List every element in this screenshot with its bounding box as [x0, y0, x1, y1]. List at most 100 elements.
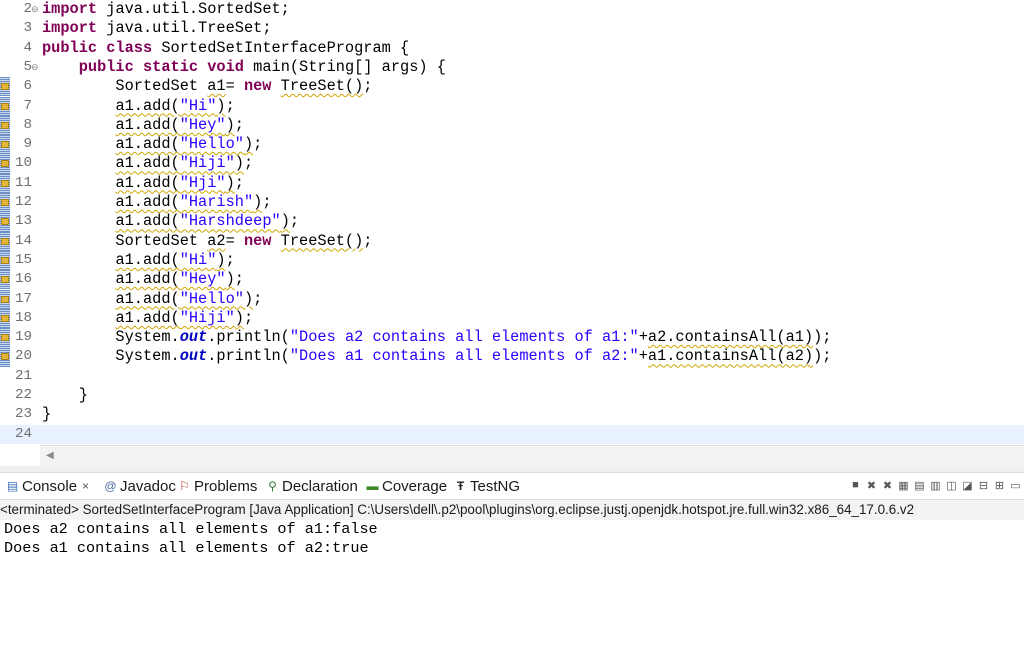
- warning-icon[interactable]: [1, 314, 9, 322]
- warning-icon[interactable]: [1, 199, 9, 206]
- code-line[interactable]: 18 a1.add("Hiji");: [0, 308, 1024, 329]
- code-text: import java.util.SortedSet;: [42, 0, 290, 18]
- tab-coverage-label: Coverage: [382, 477, 448, 495]
- word-wrap-icon[interactable]: ▥: [929, 479, 942, 492]
- collapse-icon[interactable]: ⊖: [31, 0, 39, 19]
- code-line[interactable]: 14 SortedSet a2= new TreeSet();: [0, 231, 1024, 251]
- line-number: 3: [23, 20, 32, 37]
- code-text: a1.add("Hiji");: [115, 308, 254, 327]
- stop-icon[interactable]: ■: [849, 479, 862, 492]
- line-number: 24: [14, 425, 32, 442]
- code-text: SortedSet a2= new TreeSet();: [42, 231, 373, 250]
- warning-icon[interactable]: [1, 353, 9, 361]
- code-editor[interactable]: 2 ⊖ import java.util.SortedSet; 3 import jav…: [0, 0, 1024, 445]
- code-line[interactable]: 21: [0, 367, 1024, 386]
- warning-icon[interactable]: [1, 179, 9, 187]
- ruler-marker: [0, 58, 10, 77]
- line-number: 12: [14, 194, 32, 210]
- code-text: System.out.println("Does a1 contains all…: [42, 347, 832, 366]
- warning-icon[interactable]: [1, 83, 9, 91]
- warning-icon[interactable]: [1, 121, 9, 129]
- scroll-left-icon[interactable]: ◀: [46, 450, 54, 461]
- line-number: 10: [14, 155, 32, 172]
- code-line[interactable]: 24: [0, 424, 1024, 444]
- code-line[interactable]: 10 a1.add("Hiji");: [0, 154, 1024, 174]
- horizontal-scrollbar[interactable]: ◀: [40, 445, 1024, 466]
- close-icon[interactable]: ×: [82, 479, 89, 493]
- scroll-lock-icon[interactable]: ▤: [913, 479, 926, 492]
- code-line[interactable]: 6 SortedSet a1= new TreeSet();: [0, 77, 1024, 97]
- code-text: a1.add("Hello");: [115, 135, 263, 154]
- tab-declaration[interactable]: ⚲ Declaration: [266, 473, 358, 499]
- show-on-stdout-icon[interactable]: ◫: [945, 479, 958, 492]
- code-line[interactable]: 19 System.out.println("Does a2 contains …: [0, 328, 1024, 348]
- problems-icon: ⚐: [179, 479, 190, 493]
- tab-javadoc[interactable]: @ Javadoc: [104, 473, 175, 499]
- clear-console-icon[interactable]: ▦: [897, 479, 910, 492]
- code-text: System.out.println("Does a2 contains all…: [42, 328, 832, 347]
- remove-launch-icon[interactable]: ✖: [865, 479, 878, 492]
- coverage-icon: ▬: [366, 479, 379, 493]
- code-line[interactable]: 4 public class SortedSetInterfaceProgram …: [0, 39, 1024, 58]
- ruler-marker: [0, 386, 10, 405]
- line-number: 14: [14, 232, 32, 249]
- open-console-icon[interactable]: ⊞: [993, 479, 1006, 492]
- javadoc-icon: @: [104, 479, 117, 493]
- code-line[interactable]: 9 a1.add("Hello");: [0, 135, 1024, 155]
- code-text: a1.add("Harish");: [115, 193, 272, 211]
- code-text: a1.add("Hiji");: [115, 154, 254, 173]
- code-line[interactable]: 16 a1.add("Hey");: [0, 270, 1024, 290]
- console-icon: ▤: [6, 479, 19, 493]
- code-line[interactable]: 12 a1.add("Harish");: [0, 193, 1024, 213]
- code-line[interactable]: 2 ⊖ import java.util.SortedSet;: [0, 0, 1024, 19]
- code-text: import java.util.TreeSet;: [42, 19, 272, 38]
- code-line[interactable]: 8 a1.add("Hey");: [0, 115, 1024, 136]
- code-line[interactable]: 17 a1.add("Hello");: [0, 289, 1024, 309]
- ruler-marker: [0, 39, 10, 58]
- remove-all-launches-icon[interactable]: ✖: [881, 479, 894, 492]
- line-number: 15: [14, 251, 32, 268]
- line-number: 21: [14, 367, 32, 384]
- code-line[interactable]: 23}: [0, 405, 1024, 424]
- warning-icon[interactable]: [1, 218, 9, 226]
- code-text: a1.add("Hello");: [115, 289, 263, 308]
- code-line[interactable]: 5 ⊖ public static void main(String[] args…: [0, 58, 1024, 77]
- warning-icon[interactable]: [1, 160, 9, 168]
- code-line[interactable]: 20 System.out.println("Does a1 contains …: [0, 347, 1024, 367]
- panel-splitter[interactable]: [0, 466, 1024, 473]
- line-number: 23: [14, 406, 32, 423]
- code-text: }: [42, 386, 88, 404]
- line-number: 4: [23, 39, 32, 56]
- warning-icon[interactable]: [1, 295, 9, 303]
- code-line[interactable]: 13 a1.add("Harshdeep");: [0, 212, 1024, 232]
- pin-console-icon[interactable]: ⊟: [977, 479, 990, 492]
- tab-testng[interactable]: Ŧ TestNG: [454, 473, 520, 499]
- warning-icon[interactable]: [1, 102, 9, 110]
- code-line[interactable]: 3 import java.util.TreeSet;: [0, 19, 1024, 38]
- tab-console[interactable]: ▤ Console ×: [6, 473, 90, 499]
- line-number: 20: [14, 348, 32, 365]
- code-line[interactable]: 15 a1.add("Hi");: [0, 250, 1024, 271]
- console-output[interactable]: Does a2 contains all elements of a1:fals…: [0, 520, 1024, 649]
- warning-icon[interactable]: [1, 237, 9, 245]
- collapse-icon[interactable]: ⊖: [31, 58, 39, 77]
- line-number: 22: [14, 387, 32, 403]
- code-line[interactable]: 7 a1.add("Hi");: [0, 96, 1024, 116]
- warning-icon[interactable]: [1, 256, 9, 264]
- tab-problems[interactable]: ⚐ Problems: [178, 473, 257, 499]
- warning-icon[interactable]: [1, 276, 9, 284]
- line-number: 2: [23, 1, 32, 17]
- minimize-icon[interactable]: ▭: [1009, 479, 1022, 492]
- warning-icon[interactable]: [1, 334, 9, 342]
- declaration-icon: ⚲: [268, 479, 277, 493]
- code-line[interactable]: 22 }: [0, 386, 1024, 405]
- console-toolbar: ■ ✖ ✖ ▦ ▤ ▥ ◫ ◪ ⊟ ⊞ ▭: [849, 473, 1022, 497]
- ruler-marker: [0, 405, 10, 424]
- code-line[interactable]: 11 a1.add("Hji");: [0, 173, 1024, 193]
- line-number: 17: [14, 290, 32, 307]
- show-on-stderr-icon[interactable]: ◪: [961, 479, 974, 492]
- warning-icon[interactable]: [1, 141, 9, 149]
- code-text: a1.add("Hey");: [115, 115, 244, 134]
- code-text: a1.add("Hi");: [115, 250, 235, 269]
- tab-coverage[interactable]: ▬ Coverage: [366, 473, 448, 499]
